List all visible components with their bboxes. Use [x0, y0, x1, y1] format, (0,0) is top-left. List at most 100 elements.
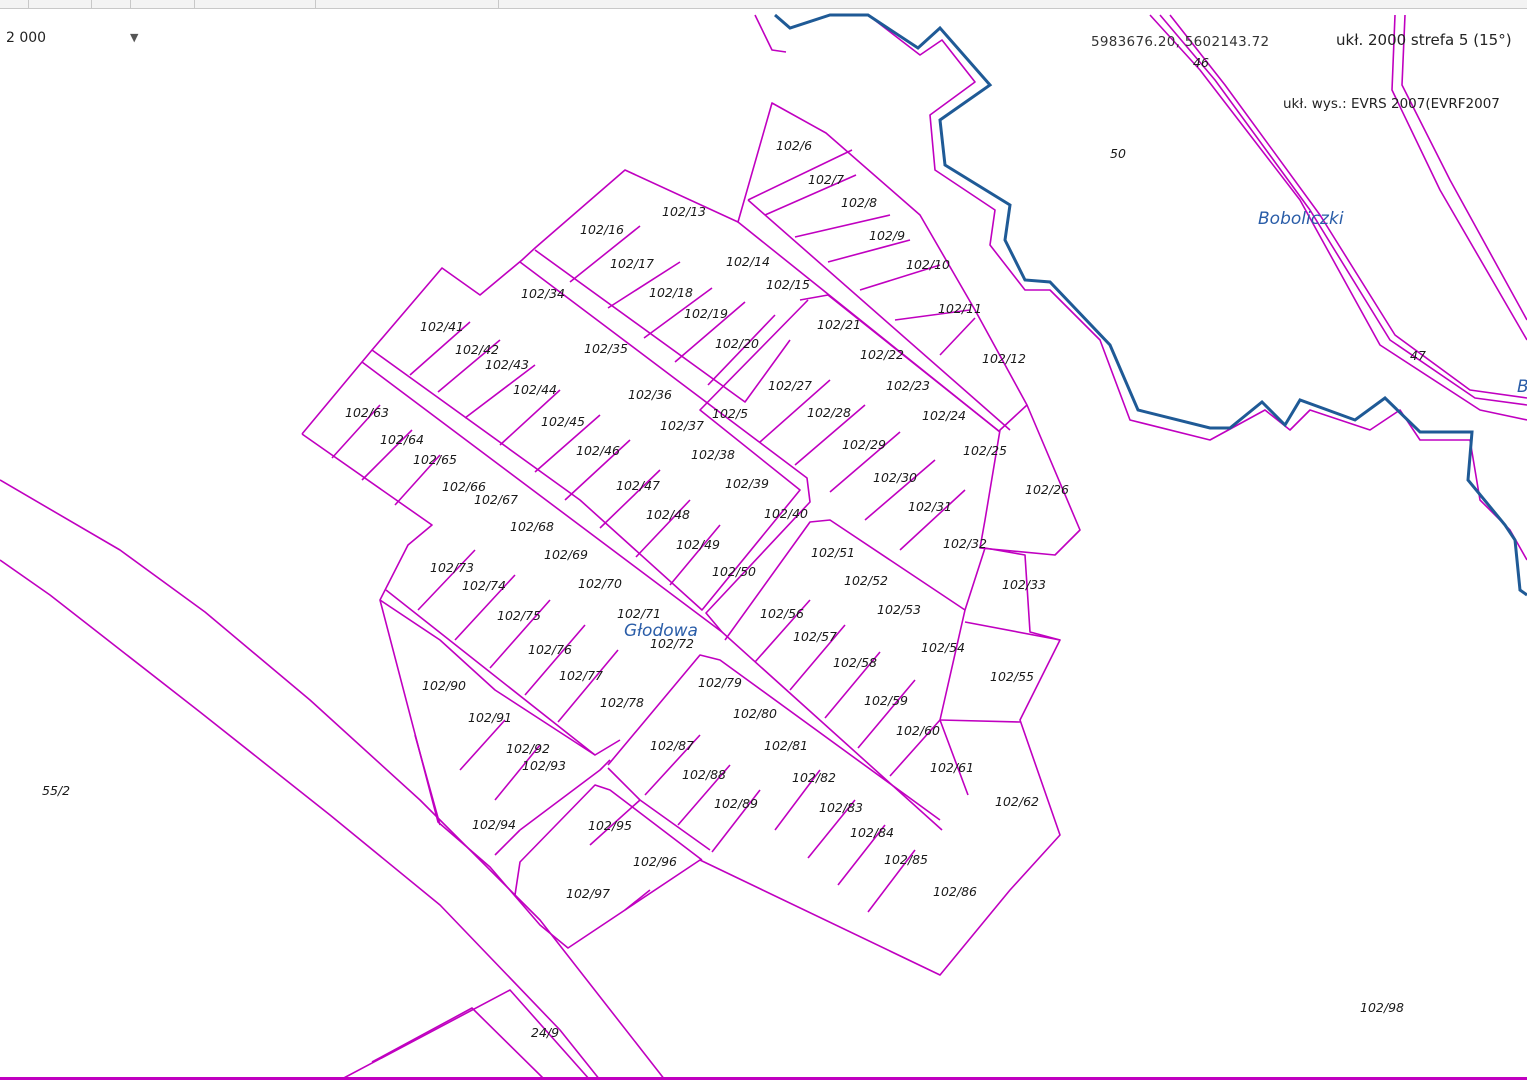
parcel-label: 102/91: [468, 710, 512, 725]
parcel-label: 102/23: [886, 378, 930, 393]
parcel-label: 102/52: [844, 573, 888, 588]
parcel-label: 102/17: [610, 256, 654, 271]
map-canvas[interactable]: 102/6 102/7 102/8 102/9102/10 102/11 102/12 10…: [0, 0, 1527, 1080]
parcel-label: 102/67: [474, 492, 518, 507]
parcel-label: 102/36: [628, 387, 672, 402]
parcel-label: 102/10: [906, 257, 950, 272]
place-label-partial: B: [1517, 377, 1527, 397]
parcel-label: 102/61: [930, 760, 974, 775]
scale-selector[interactable]: 2 000 ▼: [6, 30, 141, 50]
parcel-label: 102/78: [600, 695, 644, 710]
parcel-label: 102/76: [528, 642, 572, 657]
parcel-label: 102/5: [712, 406, 748, 421]
parcel-label: 102/84: [850, 825, 894, 840]
parcel-label: 102/35: [584, 341, 628, 356]
parcel-label: 102/11: [938, 301, 982, 316]
parcel-label: 102/62: [995, 794, 1039, 809]
parcel-label: 102/53: [877, 602, 921, 617]
parcel-label: 102/54: [921, 640, 965, 655]
parcel-label: 102/44: [513, 382, 557, 397]
parcel-label: 102/60: [896, 723, 940, 738]
parcel-label: 102/8: [841, 195, 877, 210]
parcel-label: 102/79: [698, 675, 742, 690]
parcel-label: 102/6: [776, 138, 812, 153]
parcel-label: 102/39: [725, 476, 769, 491]
parcel-label: 102/24: [922, 408, 966, 423]
parcel-boundaries: [0, 14, 1527, 1080]
parcel-label: 102/13: [662, 204, 706, 219]
parcel-label: 102/21: [817, 317, 861, 332]
parcel-label: 102/83: [819, 800, 863, 815]
parcel-label: 102/98: [1360, 1000, 1404, 1015]
parcel-label: 102/25: [963, 443, 1007, 458]
parcel-label: 102/50: [712, 564, 756, 579]
parcel-label: 102/87: [650, 738, 694, 753]
parcel-label: 102/85: [884, 852, 928, 867]
parcel-label: 102/42: [455, 342, 499, 357]
place-label: Głodowa: [624, 621, 698, 641]
parcel-label: 102/74: [462, 578, 506, 593]
parcel-label: 102/7: [808, 172, 844, 187]
parcel-label: 55/2: [42, 783, 70, 798]
parcel-label: 102/18: [649, 285, 693, 300]
parcel-label: 102/55: [990, 669, 1034, 684]
parcel-label: 102/43: [485, 357, 529, 372]
parcel-label: 102/33: [1002, 577, 1046, 592]
parcel-label: 102/34: [521, 286, 565, 301]
parcel-label: 50: [1110, 146, 1126, 161]
parcel-label: 102/86: [933, 884, 977, 899]
parcel-label: 102/58: [833, 655, 877, 670]
parcel-label: 102/77: [559, 668, 603, 683]
parcel-label: 102/37: [660, 418, 704, 433]
parcel-label: 102/94: [472, 817, 516, 832]
parcel-label: 102/47: [616, 478, 660, 493]
parcel-label: 102/97: [566, 886, 610, 901]
scale-value[interactable]: 2 000: [6, 30, 46, 46]
parcel-label: 102/63: [345, 405, 389, 420]
parcel-label: 102/16: [580, 222, 624, 237]
cursor-coordinates: 5983676.20, 5602143.72: [1091, 34, 1270, 50]
parcel-label: 24/9: [531, 1025, 559, 1040]
parcel-label: 102/49: [676, 537, 720, 552]
parcel-label: 102/81: [764, 738, 808, 753]
parcel-label: 102/22: [860, 347, 904, 362]
parcel-label: 102/27: [768, 378, 812, 393]
parcel-label: 102/48: [646, 507, 690, 522]
parcel-label: 102/71: [617, 606, 661, 621]
parcel-label: 102/19: [684, 306, 728, 321]
parcel-label: 102/31: [908, 499, 952, 514]
parcel-label: 102/68: [510, 519, 554, 534]
chevron-down-icon[interactable]: ▼: [130, 31, 138, 44]
vertical-crs-label: ukł. wys.: EVRS 2007(EVRF2007: [1283, 96, 1500, 112]
parcel-label: 102/38: [691, 447, 735, 462]
crs-label: ukł. 2000 strefa 5 (15°): [1336, 31, 1512, 49]
parcel-label: 102/14: [726, 254, 770, 269]
place-label: Boboliczki: [1258, 209, 1344, 229]
parcel-label: 102/46: [576, 443, 620, 458]
parcel-label: 102/45: [541, 414, 585, 429]
parcel-label: 102/20: [715, 336, 759, 351]
parcel-label: 102/69: [544, 547, 588, 562]
parcel-label: 47: [1410, 348, 1426, 363]
parcel-label: 102/12: [982, 351, 1026, 366]
parcel-label: 102/30: [873, 470, 917, 485]
parcel-label: 102/9: [869, 228, 905, 243]
parcel-label: 102/56: [760, 606, 804, 621]
parcel-label: 102/88: [682, 767, 726, 782]
parcel-label: 102/40: [764, 506, 808, 521]
parcel-label: 102/82: [792, 770, 836, 785]
parcel-label: 102/32: [943, 536, 987, 551]
parcel-label: 102/75: [497, 608, 541, 623]
parcel-label: 102/73: [430, 560, 474, 575]
parcel-label: 102/65: [413, 452, 457, 467]
parcel-label: 102/80: [733, 706, 777, 721]
parcel-label: 102/57: [793, 629, 837, 644]
parcel-label: 46: [1193, 55, 1209, 70]
parcel-label: 102/59: [864, 693, 908, 708]
parcel-label: 102/26: [1025, 482, 1069, 497]
parcel-label: 102/15: [766, 277, 810, 292]
parcel-label: 102/93: [522, 758, 566, 773]
parcel-label: 102/51: [811, 545, 855, 560]
parcel-label: 102/29: [842, 437, 886, 452]
parcel-label: 102/70: [578, 576, 622, 591]
